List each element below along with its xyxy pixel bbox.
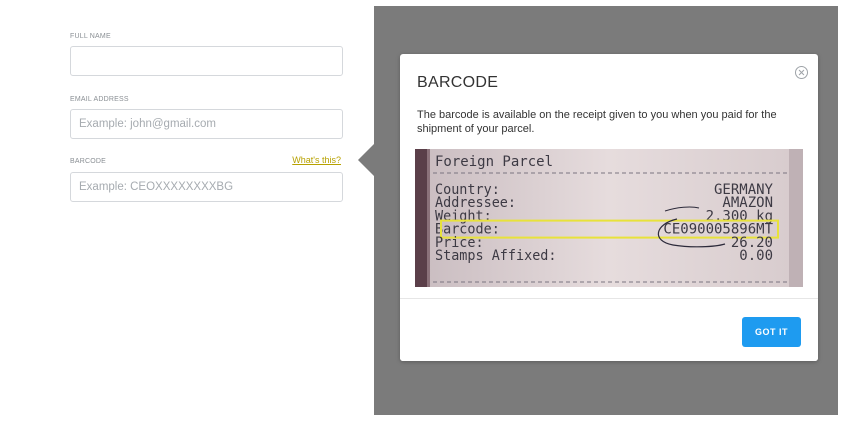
close-icon[interactable] — [795, 66, 808, 79]
receipt-edge-right — [789, 149, 803, 287]
receipt-row-label: Stamps Affixed: — [435, 248, 557, 264]
tooltip-pointer — [358, 144, 374, 176]
barcode-help-modal: BARCODE The barcode is available on the … — [400, 54, 818, 361]
receipt-row-value: 0.00 — [739, 248, 773, 264]
barcode-input[interactable] — [71, 173, 342, 201]
modal-footer: GOT IT — [400, 298, 818, 361]
barcode-label: BARCODE — [70, 158, 107, 165]
got-it-button[interactable]: GOT IT — [742, 317, 801, 347]
email-field[interactable] — [70, 109, 343, 139]
full-name-field[interactable] — [70, 46, 343, 76]
receipt-edge-shadow — [427, 149, 430, 287]
receipt-heading: Foreign Parcel — [435, 154, 553, 170]
full-name-label: FULL NAME — [70, 33, 111, 40]
barcode-field[interactable] — [70, 172, 343, 202]
email-input[interactable] — [71, 110, 342, 138]
email-label: EMAIL ADDRESS — [70, 96, 129, 103]
modal-description: The barcode is available on the receipt … — [417, 109, 777, 135]
modal-title: BARCODE — [417, 74, 499, 91]
full-name-input[interactable] — [71, 47, 342, 75]
receipt-edge-left — [415, 149, 427, 287]
receipt-photo-svg: Foreign Parcel Country: GERMANYAddressee:… — [415, 149, 803, 287]
whats-this-link[interactable]: What's this? — [292, 155, 341, 165]
receipt-image: Foreign Parcel Country: GERMANY Addressee:… — [415, 149, 803, 287]
